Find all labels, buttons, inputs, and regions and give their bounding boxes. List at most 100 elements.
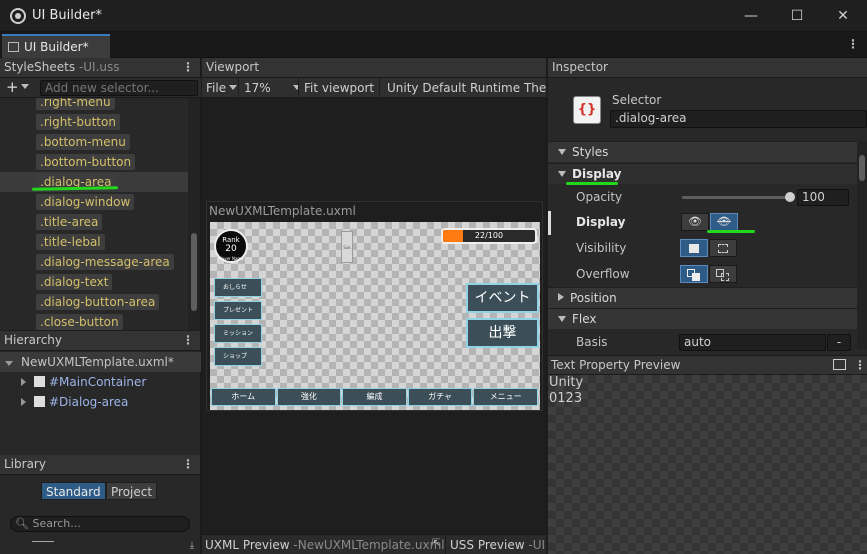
selector-item[interactable]: .dialog-text — [36, 274, 113, 290]
expand-arrow-icon[interactable] — [5, 361, 13, 366]
selector-item[interactable]: .dialog-window — [36, 194, 135, 210]
tab-label: UI Builder* — [24, 40, 89, 54]
uxml-preview-sub: -NewUXMLTemplate.uxml — [293, 538, 445, 552]
hierarchy-item-main-container[interactable]: #MainContainer — [21, 372, 146, 392]
selector-item[interactable]: .dialog-button-area — [36, 294, 160, 310]
visibility-label: Visibility — [576, 241, 627, 255]
stylesheets-menu-icon[interactable]: ⋮ — [182, 60, 194, 74]
event-button[interactable]: イベント — [466, 283, 539, 313]
preview-menu-icon[interactable]: ⋮ — [854, 356, 866, 374]
section-styles[interactable]: Styles — [548, 141, 860, 162]
basis-field[interactable]: auto — [679, 334, 826, 351]
selector-item[interactable]: .dialog-message-area — [36, 254, 174, 270]
stylesheets-scrollbar[interactable] — [188, 98, 200, 330]
selector-item[interactable]: .bottom-menu — [36, 134, 130, 150]
hierarchy-menu-icon[interactable]: ⋮ — [182, 333, 194, 347]
close-button[interactable]: ✕ — [820, 4, 866, 28]
menu-button[interactable]: ミッション — [214, 324, 262, 343]
visibility-hidden-button[interactable] — [709, 239, 737, 257]
divider — [32, 541, 54, 542]
selector-input[interactable] — [40, 80, 198, 96]
rank-badge[interactable]: Rank 20 Player Name — [214, 229, 248, 263]
annotation-underline-display-none — [707, 230, 755, 233]
nav-item[interactable]: メニュー — [473, 388, 538, 406]
hierarchy-item-label: #Dialog-area — [49, 395, 129, 409]
tab-more-icon[interactable]: ⋮ — [847, 37, 859, 51]
display-flex-button[interactable]: 👁︎ — [681, 213, 709, 231]
menu-button[interactable]: おしらせ — [214, 278, 262, 297]
selector-item[interactable]: .title-lebal — [36, 234, 105, 250]
section-position-label: Position — [570, 291, 617, 305]
theme-dropdown[interactable]: Unity Default Runtime Theme — [381, 78, 547, 98]
overflow-visible-button[interactable] — [680, 265, 708, 283]
filled-square-icon — [689, 244, 699, 253]
opacity-field[interactable]: 100 — [797, 189, 849, 206]
canvas[interactable]: Rank 20 Player Name Suk 22/100 おしらせプレゼント… — [210, 222, 540, 410]
collapse-arrow-icon — [558, 293, 564, 301]
expand-arrow-icon[interactable] — [21, 398, 26, 406]
selector-item[interactable]: .right-button — [36, 114, 120, 130]
selector-item[interactable]: .title-area — [36, 214, 103, 230]
hierarchy-header: Hierarchy ⋮ — [0, 331, 200, 351]
hierarchy-root[interactable]: NewUXMLTemplate.uxml* — [0, 352, 201, 372]
overflow-hidden-button[interactable] — [709, 265, 737, 283]
section-styles-label: Styles — [572, 145, 609, 159]
maximize-button[interactable]: ☐ — [774, 4, 820, 28]
library-menu-icon[interactable]: ⋮ — [182, 457, 194, 471]
selector-list: .right-menu .right-button .bottom-menu .bot… — [0, 98, 188, 330]
visual-element-icon — [34, 376, 45, 387]
zoom-dropdown[interactable]: 17% — [240, 78, 299, 98]
display-none-button[interactable]: 👁︎ — [710, 213, 738, 231]
nav-item[interactable]: ガチャ — [407, 388, 473, 406]
section-flex-label: Flex — [572, 312, 597, 326]
preview-tabs: UXML Preview -NewUXMLTemplate.uxml ⇱ USS… — [202, 534, 547, 554]
library-panel: Library ⋮ Standard Project 🔍︎ Search... … — [0, 455, 201, 554]
tab-ui-builder[interactable]: UI Builder* — [2, 34, 110, 58]
fit-viewport-button[interactable]: Fit viewport — [300, 78, 380, 98]
visibility-visible-button[interactable] — [680, 239, 708, 257]
open-external-icon[interactable]: ⇱ — [432, 538, 440, 549]
hierarchy-item-dialog-area[interactable]: #Dialog-area — [21, 392, 128, 412]
progress-bar[interactable]: 22/100 — [441, 228, 537, 244]
plus-icon: + — [6, 78, 19, 96]
selector-item[interactable]: .bottom-button — [36, 154, 136, 170]
opacity-slider-handle[interactable] — [785, 192, 795, 202]
rank-value: 20 — [225, 244, 237, 254]
scroll-end-icon[interactable]: ⤓ — [190, 541, 194, 551]
sortie-button[interactable]: 出撃 — [466, 318, 539, 348]
scrollbar-thumb[interactable] — [191, 233, 197, 311]
section-position[interactable]: Position — [548, 287, 860, 308]
viewport-title: Viewport — [206, 60, 260, 74]
selector-name-field[interactable]: .dialog-area — [610, 110, 867, 128]
section-display[interactable]: Display — [548, 163, 860, 184]
small-element[interactable]: Suk — [341, 231, 353, 263]
tab-uxml-preview[interactable]: UXML Preview -NewUXMLTemplate.uxml — [202, 535, 446, 554]
tab-project[interactable]: Project — [106, 482, 158, 500]
nav-item[interactable]: ホーム — [211, 388, 276, 406]
basis-unit-button[interactable]: - — [827, 334, 851, 351]
tab-uss-preview[interactable]: USS Preview -UI.uss — [447, 535, 547, 554]
minimize-button[interactable]: — — [728, 4, 774, 28]
selector-item[interactable]: .close-button — [36, 314, 123, 330]
image-icon[interactable] — [833, 359, 846, 370]
hierarchy-item-label: #MainContainer — [49, 375, 147, 389]
expand-arrow-icon[interactable] — [21, 378, 26, 386]
nav-item[interactable]: 編成 — [342, 388, 407, 406]
menu-button[interactable]: プレゼント — [214, 301, 262, 320]
title-bar: UI Builder* — ☐ ✕ — [0, 0, 867, 32]
menu-button[interactable]: ショップ — [214, 347, 262, 366]
opacity-slider[interactable] — [682, 196, 790, 199]
nav-item[interactable]: 強化 — [276, 388, 342, 406]
tab-standard[interactable]: Standard — [41, 482, 106, 500]
progress-label: 22/100 — [474, 231, 504, 240]
scrollbar-thumb[interactable] — [859, 155, 865, 181]
inspector-scrollbar[interactable] — [857, 141, 867, 349]
add-stylesheet-button[interactable]: + — [6, 78, 29, 96]
search-icon: 🔍︎ — [15, 517, 29, 530]
section-flex[interactable]: Flex — [548, 308, 860, 329]
display-row: Display 👁︎ 👁︎ — [548, 211, 860, 235]
inspector-panel: Inspector {} Selector .dialog-area Style… — [548, 58, 867, 554]
library-search-input[interactable]: 🔍︎ Search... — [10, 516, 190, 532]
file-menu[interactable]: File — [202, 78, 239, 98]
viewport-panel: Viewport File 17% Fit viewport Unity Def… — [202, 58, 547, 554]
